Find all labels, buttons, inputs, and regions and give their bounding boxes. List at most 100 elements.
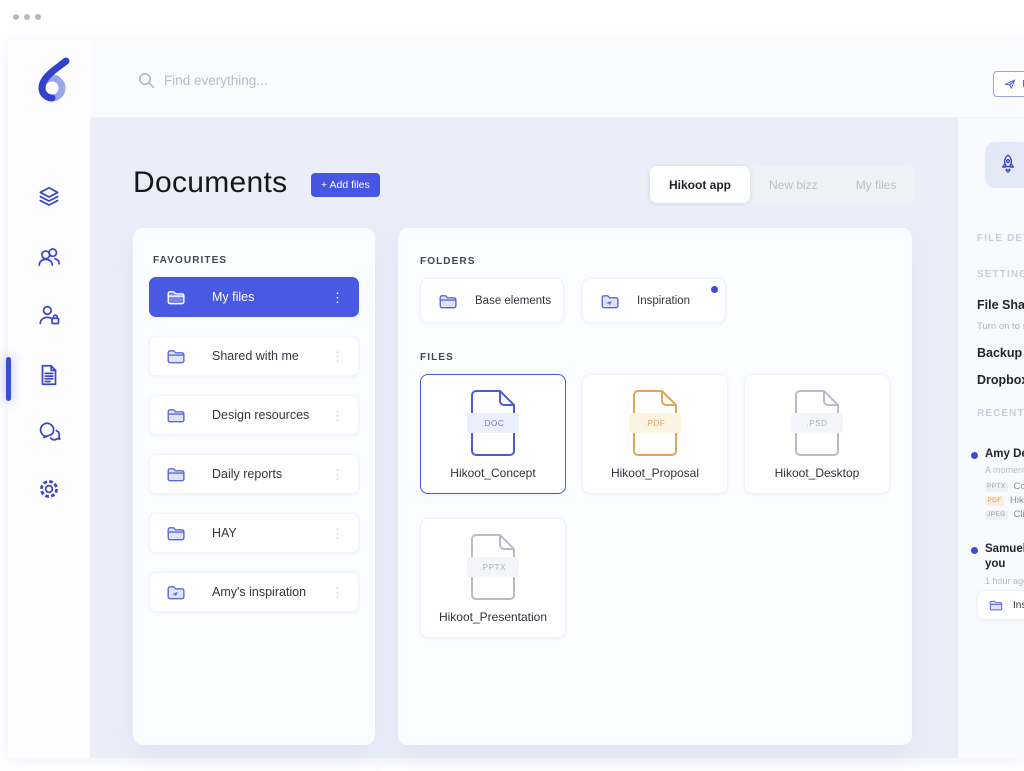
- file-ext-badge: JPEG: [985, 510, 1008, 520]
- file-card-hikoot-presentation[interactable]: .PPTX Hikoot_Presentation: [420, 518, 566, 638]
- paper-plane-icon: [1004, 78, 1016, 90]
- search-input[interactable]: [164, 67, 584, 93]
- tab-my-files[interactable]: My files: [837, 166, 916, 203]
- recent-folder-chip-inspiration[interactable]: Inspiration: [977, 590, 1024, 620]
- kebab-menu-icon[interactable]: [327, 582, 348, 603]
- sidebar: [8, 40, 90, 758]
- folder-card-inspiration[interactable]: Inspiration: [582, 278, 726, 323]
- favourite-label: Daily reports: [212, 467, 282, 481]
- favourites-panel: FAVOURITES My files: [133, 228, 375, 745]
- favourite-label: Design resources: [212, 408, 309, 422]
- folder-icon: [437, 290, 459, 312]
- file-ext-badge: .PPTX: [467, 557, 519, 577]
- setting-backup[interactable]: Backup: [977, 346, 1022, 360]
- rocket-icon: [997, 153, 1019, 177]
- recent-file-chip[interactable]: PPTX Content: [985, 481, 1024, 492]
- folders-heading: FOLDERS: [420, 256, 475, 267]
- kebab-menu-icon[interactable]: [327, 523, 348, 544]
- window-dot[interactable]: [35, 14, 41, 20]
- unread-dot: [971, 452, 978, 459]
- layers-icon[interactable]: [36, 184, 62, 210]
- file-name: Hikoot_Desktop: [745, 466, 889, 480]
- add-files-button[interactable]: + Add files: [311, 173, 380, 197]
- favourite-item-my-files[interactable]: My files: [149, 277, 359, 317]
- notification-dot: [711, 286, 718, 293]
- file-name: Content: [1014, 481, 1024, 492]
- recent-file-chip[interactable]: PDF Hikoot_: [985, 495, 1024, 506]
- recent-user-name[interactable]: Samuel Sh: [985, 543, 1024, 555]
- favourite-label: Amy's inspiration: [212, 585, 306, 599]
- folder-label: Inspiration: [637, 295, 690, 307]
- rocket-button[interactable]: [985, 142, 1024, 188]
- favourites-heading: FAVOURITES: [153, 255, 227, 266]
- file-ext-badge: PDF: [985, 496, 1004, 506]
- favourite-label: HAY: [212, 526, 237, 540]
- folder-icon: [165, 404, 187, 426]
- folder-label: Base elements: [475, 295, 551, 307]
- file-name: Hikoot_Presentation: [421, 610, 565, 624]
- favourite-item-daily-reports[interactable]: Daily reports: [149, 454, 359, 494]
- top-bar: Invite: [90, 40, 1024, 118]
- recent-file-chip[interactable]: JPEG Client_S: [985, 509, 1024, 520]
- file-name: Hikoot_: [1010, 495, 1024, 506]
- folder-shared-icon: [165, 581, 187, 603]
- settings-icon[interactable]: [36, 476, 62, 502]
- tab-hikoot-app[interactable]: Hikoot app: [650, 166, 750, 203]
- invite-button[interactable]: Invite: [993, 71, 1024, 97]
- recent-user-name[interactable]: Amy Dettm: [985, 448, 1024, 460]
- file-grid: .DOC Hikoot_Concept .PDF Hikoot_Proposal: [420, 374, 892, 638]
- documents-panel: FOLDERS Base elements: [398, 228, 912, 745]
- file-card-hikoot-concept[interactable]: .DOC Hikoot_Concept: [420, 374, 566, 494]
- folder-shared-icon: [599, 290, 621, 312]
- details-rail: FILE DETAILS SETTINGS File Sharing Turn …: [958, 118, 1024, 758]
- folder-icon: [988, 597, 1004, 613]
- folder-card-base-elements[interactable]: Base elements: [420, 278, 564, 323]
- folder-icon: [165, 286, 187, 308]
- page-title: Documents: [133, 166, 287, 200]
- file-card-hikoot-proposal[interactable]: .PDF Hikoot_Proposal: [582, 374, 728, 494]
- tab-new-bizz[interactable]: New bizz: [750, 166, 837, 203]
- team-icon[interactable]: [36, 244, 62, 270]
- kebab-menu-icon[interactable]: [327, 405, 348, 426]
- file-ext-badge: .PDF: [629, 413, 681, 433]
- file-details-heading: FILE DETAILS: [977, 233, 1024, 244]
- unread-dot: [971, 547, 978, 554]
- folder-icon: [165, 463, 187, 485]
- file-name: Hikoot_Proposal: [583, 466, 727, 480]
- kebab-menu-icon[interactable]: [327, 287, 348, 308]
- kebab-menu-icon[interactable]: [327, 346, 348, 367]
- recent-user-name-line2: you: [985, 558, 1005, 570]
- chat-icon[interactable]: [36, 419, 62, 445]
- recent-files-heading: RECENT FILES: [977, 408, 1024, 419]
- recent-time: 1 hour ago: [985, 576, 1024, 586]
- favourite-item-amys-inspiration[interactable]: Amy's inspiration: [149, 572, 359, 612]
- setting-file-sharing[interactable]: File Sharing: [977, 298, 1024, 312]
- file-name: Client_S: [1014, 509, 1024, 520]
- folder-icon: [165, 522, 187, 544]
- favourite-item-shared-with-me[interactable]: Shared with me: [149, 336, 359, 376]
- favourite-label: Shared with me: [212, 349, 299, 363]
- user-access-icon[interactable]: [36, 302, 62, 328]
- setting-dropbox-sync[interactable]: Dropbox Sync: [977, 373, 1024, 387]
- main-content: Documents + Add files Hikoot app New biz…: [90, 118, 966, 758]
- window-dot[interactable]: [13, 14, 19, 20]
- window-dot[interactable]: [24, 14, 30, 20]
- favourites-list: My files Shared with me: [149, 277, 359, 631]
- file-ext-badge: .DOC: [467, 413, 519, 433]
- files-heading: FILES: [420, 352, 454, 363]
- favourite-item-design-resources[interactable]: Design resources: [149, 395, 359, 435]
- folder-label: Inspiration: [1013, 600, 1024, 611]
- window-controls[interactable]: [13, 14, 41, 20]
- file-name: Hikoot_Concept: [421, 466, 565, 480]
- file-card-hikoot-desktop[interactable]: .PSD Hikoot_Desktop: [744, 374, 890, 494]
- app-window: Invite Documents + Add files Hikoot app …: [8, 40, 1024, 758]
- kebab-menu-icon[interactable]: [327, 464, 348, 485]
- favourite-item-hay[interactable]: HAY: [149, 513, 359, 553]
- folder-cards: Base elements Inspiration: [420, 278, 726, 323]
- file-ext-badge: .PSD: [791, 413, 843, 433]
- documents-icon[interactable]: [36, 362, 62, 388]
- settings-heading: SETTINGS: [977, 269, 1024, 280]
- active-nav-indicator: [6, 357, 11, 401]
- folder-icon: [165, 345, 187, 367]
- file-ext-badge: PPTX: [985, 482, 1008, 492]
